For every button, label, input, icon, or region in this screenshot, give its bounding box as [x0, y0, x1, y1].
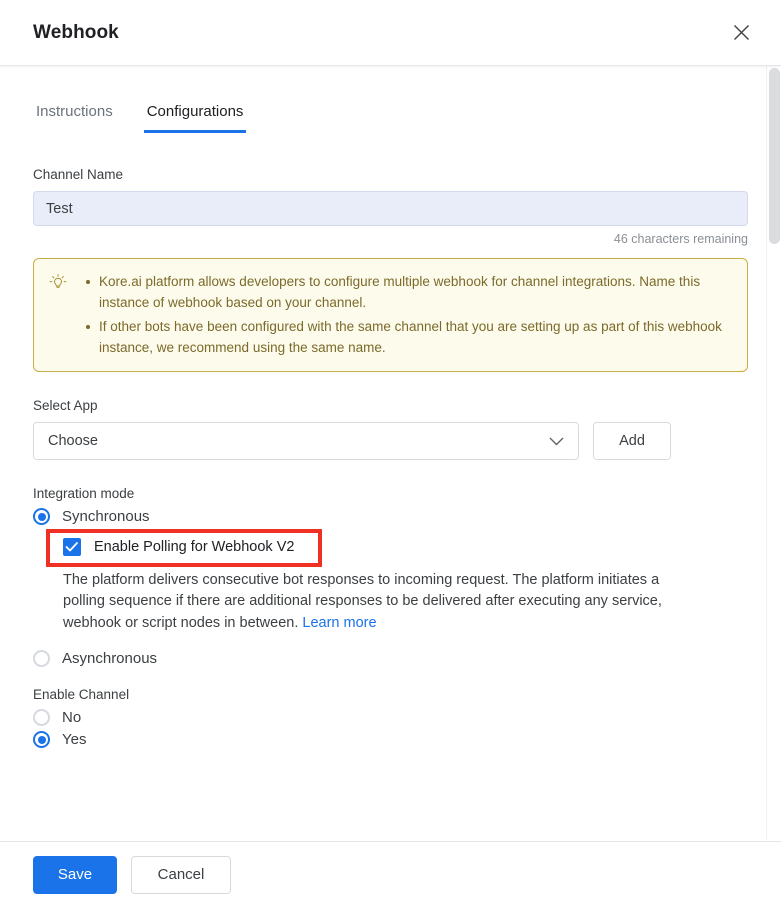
radio-channel-no-indicator [33, 709, 50, 726]
integration-mode-label: Integration mode [33, 486, 748, 501]
lightbulb-icon [48, 272, 70, 358]
tab-instructions[interactable]: Instructions [33, 104, 116, 133]
select-app-dropdown[interactable]: Choose [33, 422, 579, 460]
callout-item: If other bots have been configured with … [99, 317, 731, 358]
radio-asynchronous[interactable]: Asynchronous [33, 650, 748, 667]
add-app-button[interactable]: Add [593, 422, 671, 460]
cancel-button[interactable]: Cancel [131, 856, 231, 894]
char-count-text: 46 characters remaining [33, 232, 748, 246]
save-button[interactable]: Save [33, 856, 117, 894]
radio-synchronous-indicator [33, 508, 50, 525]
page-title: Webhook [33, 22, 119, 44]
checkbox-enable-polling-indicator [63, 538, 81, 556]
radio-channel-no-label: No [62, 709, 81, 726]
webhook-dialog: Webhook Instructions Configurations Chan… [0, 0, 781, 907]
radio-asynchronous-indicator [33, 650, 50, 667]
scrollbar-track[interactable] [766, 66, 781, 841]
radio-synchronous-label: Synchronous [62, 508, 150, 525]
close-icon-glyph [733, 24, 750, 41]
channel-name-input[interactable] [33, 191, 748, 226]
radio-synchronous[interactable]: Synchronous [33, 508, 748, 525]
polling-section: Enable Polling for Webhook V2 [33, 532, 748, 562]
enable-channel-group: Enable Channel No Yes [33, 687, 748, 748]
radio-channel-yes-label: Yes [62, 731, 86, 748]
channel-name-field-group: Channel Name 46 characters remaining [33, 167, 748, 246]
dialog-footer: Save Cancel [0, 841, 781, 907]
channel-name-label: Channel Name [33, 167, 748, 182]
enable-channel-label: Enable Channel [33, 687, 748, 702]
dialog-body: Instructions Configurations Channel Name… [0, 66, 781, 841]
learn-more-link[interactable]: Learn more [302, 615, 376, 631]
select-app-group: Select App Choose Add [33, 398, 748, 460]
integration-mode-group: Integration mode Synchronous Enable Poll… [33, 486, 748, 667]
checkbox-enable-polling-label: Enable Polling for Webhook V2 [94, 539, 294, 555]
check-icon [65, 541, 79, 553]
chevron-down-icon [549, 437, 564, 446]
radio-channel-yes-indicator [33, 731, 50, 748]
close-icon[interactable] [727, 19, 755, 47]
tab-configurations[interactable]: Configurations [144, 104, 247, 133]
radio-channel-no[interactable]: No [33, 709, 748, 726]
radio-channel-yes[interactable]: Yes [33, 731, 748, 748]
checkbox-enable-polling[interactable]: Enable Polling for Webhook V2 [63, 532, 294, 562]
dialog-header: Webhook [0, 0, 781, 66]
polling-description: The platform delivers consecutive bot re… [63, 570, 688, 634]
select-app-label: Select App [33, 398, 748, 413]
callout-list: Kore.ai platform allows developers to co… [82, 272, 731, 358]
tab-bar: Instructions Configurations [33, 104, 748, 133]
radio-asynchronous-label: Asynchronous [62, 650, 157, 667]
select-app-value: Choose [48, 433, 98, 449]
callout-item: Kore.ai platform allows developers to co… [99, 272, 731, 313]
info-callout: Kore.ai platform allows developers to co… [33, 258, 748, 372]
scrollbar-thumb[interactable] [769, 68, 780, 244]
